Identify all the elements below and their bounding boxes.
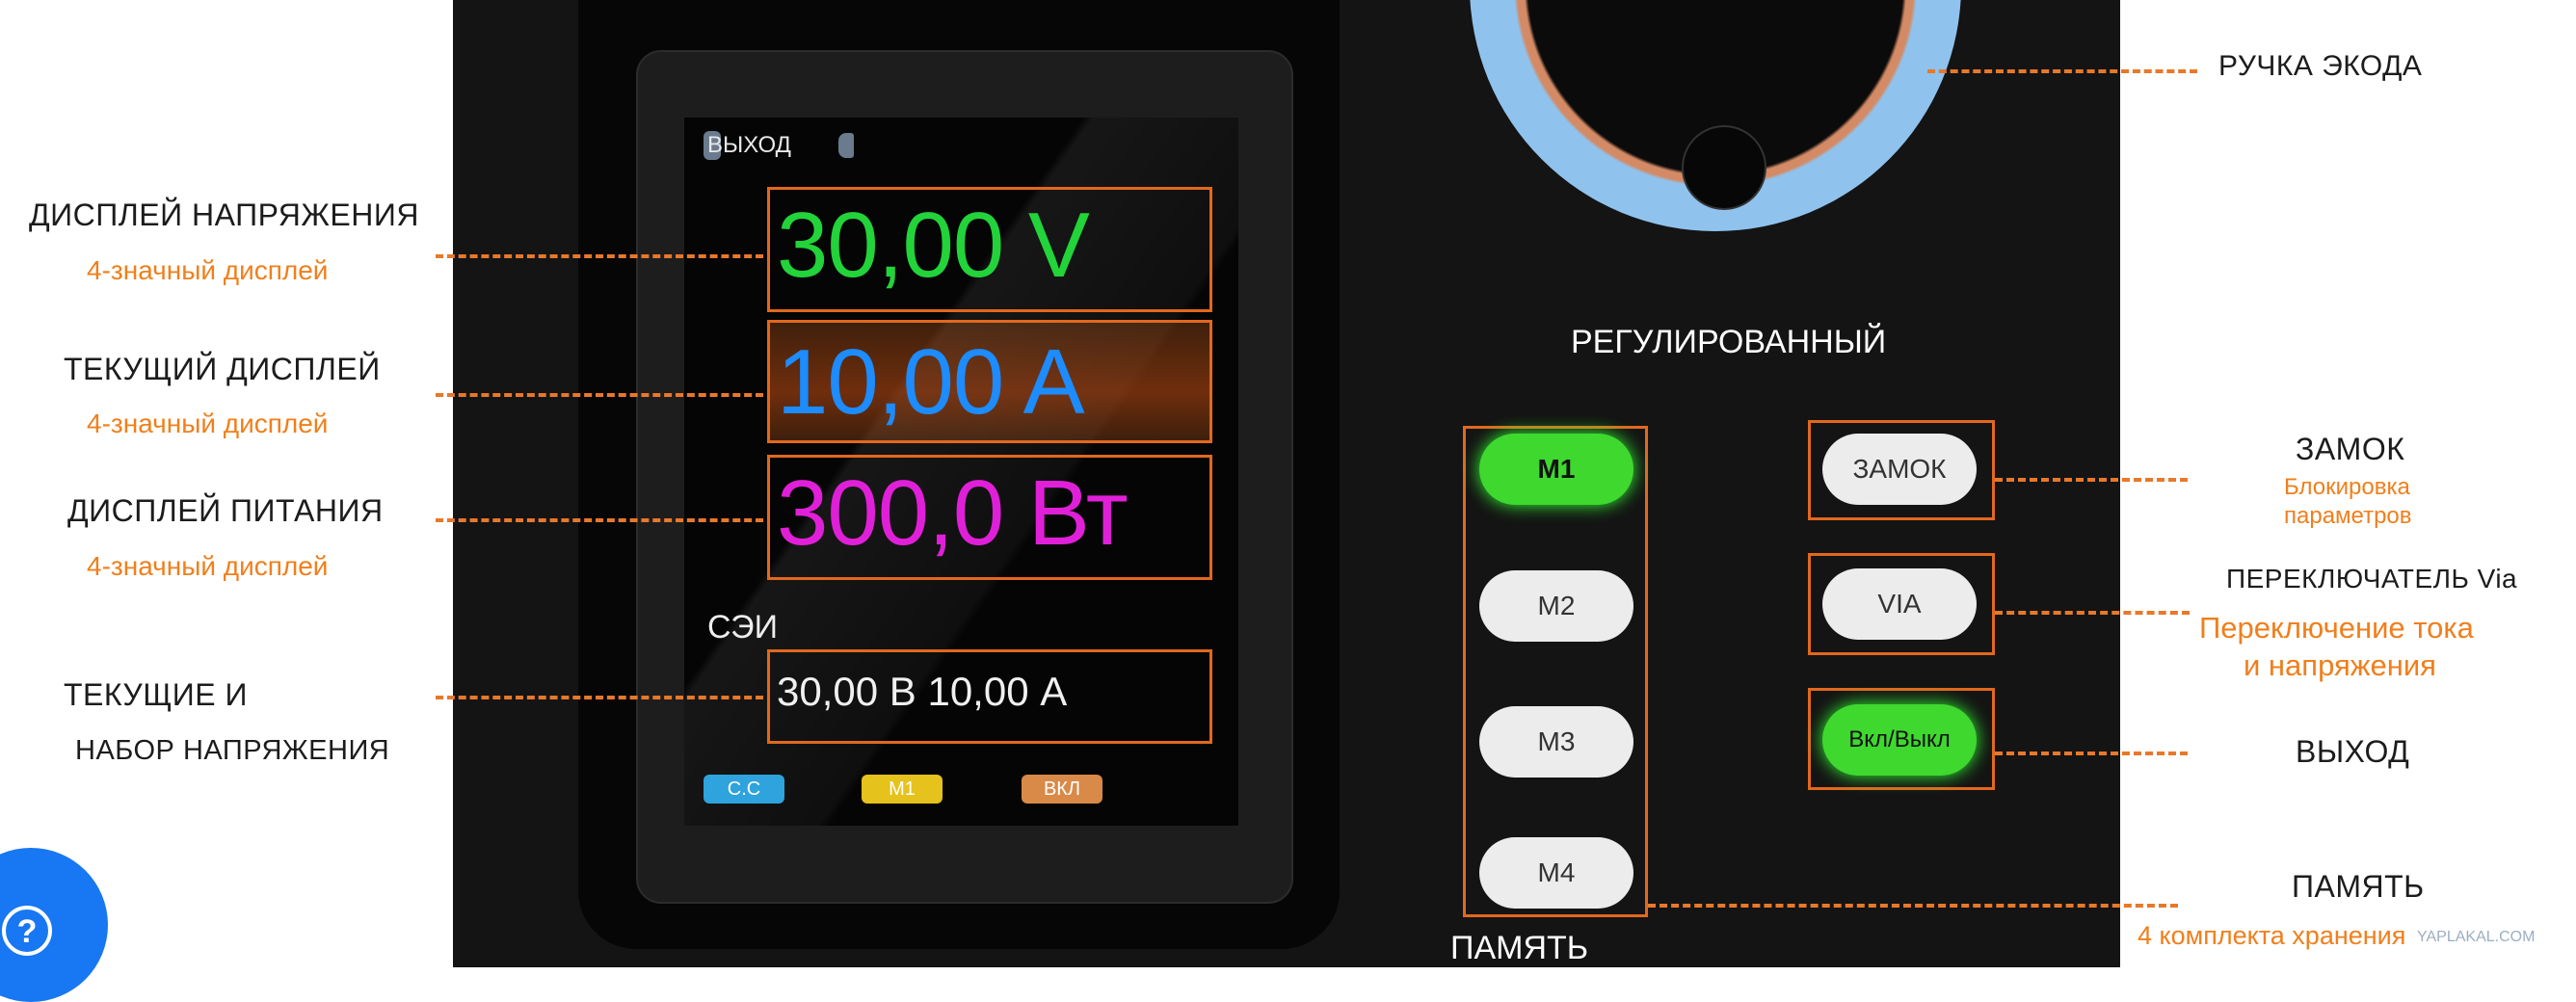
regulated-label: РЕГУЛИРОВАННЫЙ: [1571, 324, 1887, 360]
callout-lock-note-line2: параметров: [2284, 503, 2412, 529]
callout-current-line: [436, 393, 763, 397]
callout-set-line: [436, 696, 763, 699]
set-values-readout: 30,00 В 10,00 А: [777, 669, 1068, 714]
callout-voltage-line: [436, 254, 763, 258]
encoder-knob-center: [1682, 125, 1766, 210]
status-tag-memory: M1: [862, 775, 943, 804]
via-button[interactable]: VIA: [1822, 568, 1977, 640]
callout-lock-line: [1995, 478, 2188, 482]
callout-output-title: ВЫХОД: [2296, 734, 2410, 769]
callout-via-line: [1995, 611, 2190, 615]
status-tag-on: ВКЛ: [1022, 775, 1102, 804]
callout-via-title: ПЕРЕКЛЮЧАТЕЛЬ Via: [2226, 564, 2518, 593]
watermark: YAPLAKAL.COM: [2417, 929, 2536, 945]
callout-memory-title: ПАМЯТЬ: [2292, 869, 2425, 904]
power-readout: 300,0 Вт: [777, 461, 1129, 565]
status-tag-cc: C.C: [704, 775, 784, 804]
callout-memory-note: 4 комплекта хранения: [2138, 921, 2406, 950]
set-label: СЭИ: [707, 609, 779, 646]
callout-power-title: ДИСПЛЕЙ ПИТАНИЯ: [67, 493, 384, 528]
callout-power-line: [436, 518, 763, 522]
callout-via-note-line2: и напряжения: [2244, 648, 2436, 682]
callout-current-title: ТЕКУЩИЙ ДИСПЛЕЙ: [64, 352, 381, 386]
memory-button-m3[interactable]: M3: [1479, 706, 1633, 778]
callout-memory-line: [1648, 904, 2178, 908]
lcd-screen: ВЫХОД 30,00 V 10,00 A 300,0 Вт СЭИ 30,00…: [684, 118, 1238, 826]
callout-power-note: 4-значный дисплей: [87, 551, 329, 581]
memory-button-m1[interactable]: M1: [1479, 434, 1633, 505]
lock-button[interactable]: ЗАМОК: [1822, 434, 1977, 505]
memory-button-m2[interactable]: M2: [1479, 570, 1633, 642]
callout-encoder-title: РУЧКА ЭКОДА: [2218, 50, 2423, 82]
voltage-readout: 30,00 V: [777, 194, 1090, 297]
callout-voltage-title: ДИСПЛЕЙ НАПРЯЖЕНИЯ: [29, 198, 419, 232]
callout-lock-note-line1: Блокировка: [2284, 474, 2410, 500]
callout-set-title-line2: НАБОР НАПРЯЖЕНИЯ: [75, 735, 390, 766]
current-readout: 10,00 A: [777, 330, 1085, 434]
callout-current-note: 4-значный дисплей: [87, 409, 329, 438]
callout-via-note-line1: Переключение тока: [2199, 611, 2474, 645]
memory-label: ПАМЯТЬ: [1450, 930, 1589, 966]
callout-lock-title: ЗАМОК: [2296, 432, 2405, 466]
callout-set-title-line1: ТЕКУЩИЕ И: [64, 677, 248, 712]
callout-output-line: [1995, 752, 2188, 755]
memory-button-m4[interactable]: M4: [1479, 837, 1633, 909]
callout-encoder-line: [1927, 69, 2197, 73]
output-label: ВЫХОД: [707, 132, 791, 158]
callout-voltage-note: 4-значный дисплей: [87, 255, 329, 285]
question-icon[interactable]: ?: [2, 906, 52, 956]
output-toggle-button[interactable]: Вкл/Выкл: [1822, 704, 1977, 776]
output-indicator-right: [838, 133, 854, 158]
